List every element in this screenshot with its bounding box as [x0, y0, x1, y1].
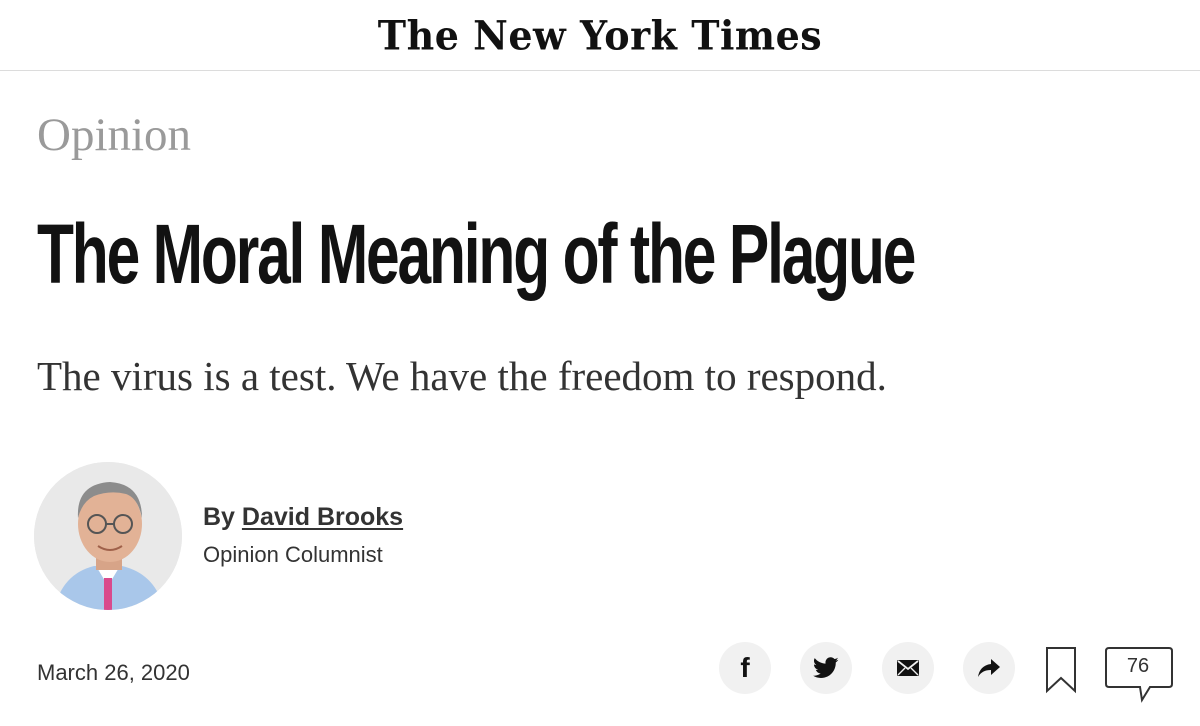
- author-link[interactable]: David Brooks: [242, 503, 403, 531]
- comment-count: 76: [1126, 655, 1150, 677]
- author-photo: [34, 462, 182, 610]
- save-button[interactable]: [1044, 646, 1078, 694]
- more-share-button[interactable]: [963, 642, 1015, 694]
- article-headline: The Moral Meaning of the Plague: [37, 207, 916, 301]
- comments-button[interactable]: 76: [1104, 646, 1174, 704]
- share-arrow-icon: [978, 659, 1000, 677]
- facebook-icon: f: [740, 652, 750, 683]
- byline: By David Brooks: [203, 503, 403, 532]
- article-summary: The virus is a test. We have the freedom…: [37, 353, 887, 399]
- publish-date: March 26, 2020: [37, 660, 190, 685]
- email-icon: [897, 660, 919, 676]
- email-share-button[interactable]: [882, 642, 934, 694]
- nyt-logo[interactable]: The New York Times: [378, 11, 822, 58]
- masthead: The New York Times: [0, 0, 1200, 71]
- author-role: Opinion Columnist: [203, 542, 383, 567]
- byline-prefix: By: [203, 503, 235, 531]
- author-avatar[interactable]: [34, 462, 182, 610]
- facebook-share-button[interactable]: f: [719, 642, 771, 694]
- twitter-icon: [813, 657, 839, 678]
- bookmark-icon: [1046, 647, 1076, 694]
- section-label[interactable]: Opinion: [37, 112, 191, 159]
- twitter-share-button[interactable]: [800, 642, 852, 694]
